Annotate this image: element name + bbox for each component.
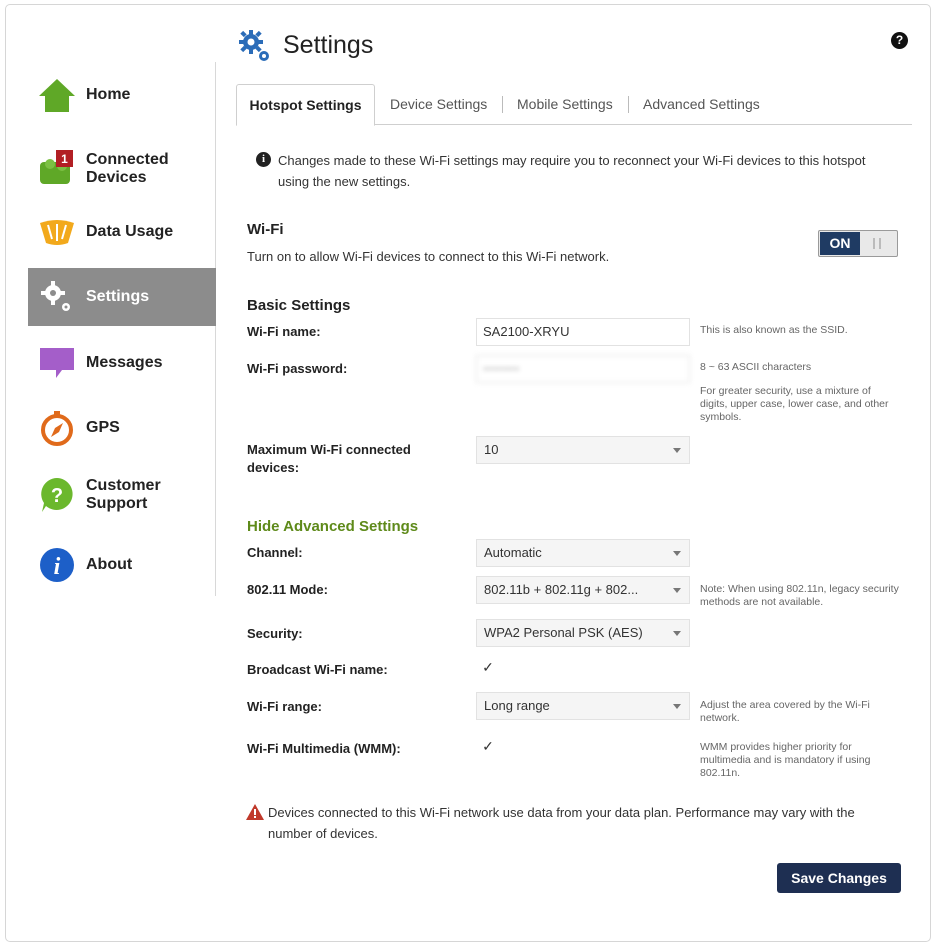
wifi-range-label: Wi-Fi range: [247, 699, 322, 714]
settings-title-gear-icon [239, 30, 269, 61]
mode-select[interactable]: 802.11b + 802.11g + 802... [476, 576, 690, 604]
chevron-down-icon [673, 448, 681, 453]
sidebar-item-label: Data Usage [86, 223, 174, 240]
connected-devices-icon: 1 [40, 150, 73, 184]
security-label: Security: [247, 626, 303, 641]
svg-text:i: i [54, 554, 61, 580]
page-title: Settings [283, 31, 374, 59]
chevron-down-icon [673, 551, 681, 556]
wifi-range-select[interactable]: Long range [476, 692, 690, 720]
tab-device-settings[interactable]: Device Settings [390, 84, 487, 125]
broadcast-checkbox[interactable]: ✓ [480, 659, 496, 675]
save-changes-button[interactable]: Save Changes [777, 863, 901, 893]
home-icon [39, 79, 75, 112]
wmm-note: WMM provides higher priority for multime… [700, 741, 871, 779]
sidebar-item-home[interactable]: Home [28, 66, 216, 124]
data-usage-icon [40, 220, 74, 245]
mode-note: Note: When using 802.11n, legacy securit… [700, 583, 899, 608]
wifi-name-note: This is also known as the SSID. [700, 324, 848, 336]
security-select[interactable]: WPA2 Personal PSK (AES) [476, 619, 690, 647]
wifi-description: Turn on to allow Wi-Fi devices to connec… [247, 249, 610, 264]
chevron-down-icon [673, 588, 681, 593]
sidebar-item-label: About [86, 556, 133, 573]
tab-mobile-settings[interactable]: Mobile Settings [517, 84, 613, 125]
tab-separator [628, 96, 629, 113]
info-icon: i [256, 152, 271, 167]
mode-label: 802.11 Mode: [247, 582, 328, 597]
wifi-password-note: 8 ~ 63 ASCII characters [700, 361, 812, 373]
chevron-down-icon [673, 631, 681, 636]
customer-support-icon: ? [41, 478, 73, 512]
security-value: WPA2 Personal PSK (AES) [484, 625, 643, 640]
channel-value: Automatic [484, 545, 542, 560]
sidebar-item-settings[interactable]: Settings [28, 268, 216, 326]
basic-settings-heading: Basic Settings [247, 297, 351, 314]
sidebar-item-label: Settings [86, 288, 150, 305]
tab-advanced-settings[interactable]: Advanced Settings [643, 84, 760, 125]
sidebar-item-customer-support[interactable]: ? Customer Support [28, 465, 216, 525]
svg-text:?: ? [51, 485, 63, 507]
max-devices-value: 10 [484, 442, 499, 457]
wifi-password-label: Wi-Fi password: [247, 361, 348, 376]
sidebar-item-label: Connected Devices [86, 151, 169, 186]
wmm-checkbox[interactable]: ✓ [480, 738, 496, 754]
sidebar-item-label: GPS [86, 419, 120, 436]
wifi-password-input[interactable]: •••••••• [476, 355, 690, 383]
gps-compass-icon [41, 411, 73, 446]
mode-value: 802.11b + 802.11g + 802... [484, 582, 639, 597]
channel-label: Channel: [247, 545, 303, 560]
wifi-toggle[interactable]: ON [818, 230, 898, 257]
wifi-heading: Wi-Fi [247, 221, 284, 238]
wmm-label: Wi-Fi Multimedia (WMM): [247, 741, 401, 756]
sidebar-item-label: Messages [86, 354, 163, 371]
sidebar-item-label: Home [86, 86, 131, 103]
settings-gear-icon [41, 281, 70, 311]
wifi-password-security-note: For greater security, use a mixture of d… [700, 385, 889, 423]
info-message: Changes made to these Wi-Fi settings may… [278, 153, 866, 189]
help-icon[interactable]: ? [891, 32, 908, 49]
connected-devices-badge: 1 [61, 152, 68, 166]
max-devices-select[interactable]: 10 [476, 436, 690, 464]
sidebar-nav: Home 1 Connected Devices Data Usage Sett… [28, 62, 216, 596]
sidebar-item-data-usage[interactable]: Data Usage [28, 203, 216, 261]
channel-select[interactable]: Automatic [476, 539, 690, 567]
max-devices-label: Maximum Wi-Fi connected devices: [247, 442, 411, 475]
settings-tabs: Hotspot Settings Device Settings Mobile … [236, 84, 912, 126]
sidebar-item-label: Customer Support [86, 477, 161, 512]
sidebar-item-connected-devices[interactable]: 1 Connected Devices [28, 139, 216, 199]
wifi-name-input[interactable]: SA2100-XRYU [476, 318, 690, 346]
wifi-toggle-on-label: ON [820, 232, 860, 255]
sidebar-item-messages[interactable]: Messages [28, 334, 216, 392]
sidebar-item-about[interactable]: i About [28, 536, 216, 594]
hide-advanced-settings-link[interactable]: Hide Advanced Settings [247, 518, 418, 535]
broadcast-label: Broadcast Wi-Fi name: [247, 662, 388, 677]
messages-icon [40, 348, 74, 378]
about-info-icon: i [40, 548, 74, 582]
wifi-range-note: Adjust the area covered by the Wi-Fi net… [700, 699, 870, 724]
data-plan-warning: Devices connected to this Wi-Fi network … [268, 805, 855, 841]
wifi-range-value: Long range [484, 698, 550, 713]
tab-hotspot-settings[interactable]: Hotspot Settings [236, 84, 375, 126]
tab-separator [502, 96, 503, 113]
wifi-name-label: Wi-Fi name: [247, 324, 321, 339]
chevron-down-icon [673, 704, 681, 709]
toggle-grip-icon [873, 238, 881, 249]
warning-icon [246, 804, 264, 820]
sidebar-item-gps[interactable]: GPS [28, 399, 216, 457]
